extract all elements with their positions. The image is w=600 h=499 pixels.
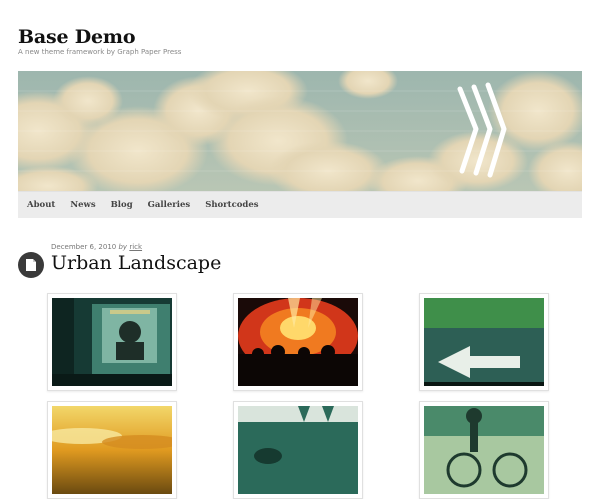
header-banner-image [18,71,582,191]
main-navigation: About News Blog Galleries Shortcodes [18,191,582,218]
site-title[interactable]: Base Demo [18,28,136,47]
post-date: December 6, 2010 [51,243,117,251]
gallery-thumbnail-poster-wall[interactable] [47,293,177,391]
gallery-thumbnail-road-arrow[interactable] [419,293,549,391]
nav-item-about[interactable]: About [27,200,55,210]
gallery-thumbnail-sunset-clouds[interactable] [47,401,177,499]
gallery-thumbnail-concert-lights[interactable] [233,293,363,391]
nav-item-galleries[interactable]: Galleries [148,200,191,210]
site-tagline: A new theme framework by Graph Paper Pre… [18,48,182,56]
gallery-thumbnail-street-shadow[interactable] [233,401,363,499]
nav-item-blog[interactable]: Blog [111,200,133,210]
document-icon [18,252,44,278]
post-meta: December 6, 2010 by rick [51,243,142,251]
post-title[interactable]: Urban Landscape [51,253,221,274]
nav-item-shortcodes[interactable]: Shortcodes [205,200,258,210]
post-author-link[interactable]: rick [129,243,142,251]
gallery-thumbnail-bicycle-shadow[interactable] [419,401,549,499]
post-by-label: by [118,243,128,251]
nav-item-news[interactable]: News [70,200,95,210]
